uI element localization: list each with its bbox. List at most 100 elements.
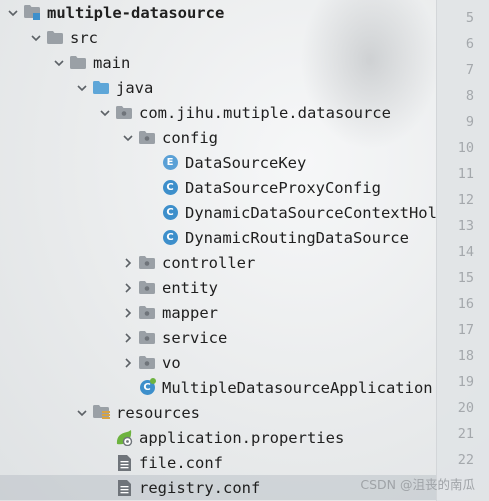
tree-item-label: multiple-datasource (47, 3, 225, 22)
tree-item-config[interactable]: config (0, 125, 436, 150)
folder-icon (69, 50, 87, 75)
tree-item-label: MultipleDatasourceApplication (162, 378, 433, 397)
tree-item-label: registry.conf (139, 478, 261, 497)
icon-badge: C (162, 180, 178, 195)
tree-item-datasourceproxyconfig[interactable]: C DataSourceProxyConfig (0, 175, 436, 200)
tree-item-src[interactable]: src (0, 25, 436, 50)
text-file-icon (115, 450, 133, 475)
line-number: 19 (457, 374, 474, 390)
line-number: 6 (465, 36, 474, 52)
chevron-right-icon[interactable] (118, 250, 138, 275)
chevron-down-icon[interactable] (49, 50, 69, 75)
tree-item-dynamicdatasourcecontextholder[interactable]: C DynamicDataSourceContextHolder (0, 200, 436, 225)
tree-item-file-conf[interactable]: file.conf (0, 450, 436, 475)
tree-item-label: service (162, 328, 228, 347)
class-icon: C (161, 175, 179, 200)
package-icon (115, 100, 133, 125)
watermark: CSDN @沮丧的南瓜 (360, 477, 475, 492)
chevron-right-icon[interactable] (118, 350, 138, 375)
tree-item-multiple-datasource[interactable]: multiple-datasource (0, 0, 436, 25)
text-file-icon (115, 475, 133, 500)
tree-item-label: file.conf (139, 453, 223, 472)
chevron-down-icon[interactable] (118, 125, 138, 150)
tree-item-mapper[interactable]: mapper (0, 300, 436, 325)
class-icon: C (161, 200, 179, 225)
line-number: 20 (457, 400, 474, 416)
chevron-right-icon[interactable] (118, 300, 138, 325)
tree-item-label: mapper (162, 303, 218, 322)
tree-item-dynamicroutingdatasource[interactable]: C DynamicRoutingDataSource (0, 225, 436, 250)
module-folder-icon (23, 0, 41, 25)
tree-item-label: entity (162, 278, 218, 297)
package-icon (138, 275, 156, 300)
tree-item-vo[interactable]: vo (0, 350, 436, 375)
tree-item-label: config (162, 128, 218, 147)
tree-item-label: DynamicDataSourceContextHolder (185, 203, 436, 222)
chevron-down-icon[interactable] (95, 100, 115, 125)
line-number: 13 (457, 218, 474, 234)
icon-badge: C (162, 205, 178, 220)
tree-item-label: DynamicRoutingDataSource (185, 228, 409, 247)
line-number: 11 (457, 166, 474, 182)
chevron-down-icon[interactable] (72, 400, 92, 425)
tree-item-label: controller (162, 253, 256, 272)
tree-item-datasourcekey[interactable]: E DataSourceKey (0, 150, 436, 175)
folder-icon (46, 25, 64, 50)
line-number: 15 (457, 270, 474, 286)
line-number: 10 (457, 140, 474, 156)
tree-item-label: src (70, 28, 98, 47)
resources-folder-icon (92, 400, 110, 425)
project-tree[interactable]: multiple-datasource src main java com.jihu.m… (0, 0, 436, 501)
tree-item-main[interactable]: main (0, 50, 436, 75)
tree-item-controller[interactable]: controller (0, 250, 436, 275)
chevron-right-icon[interactable] (118, 275, 138, 300)
tree-item-java[interactable]: java (0, 75, 436, 100)
tree-item-label: com.jihu.mutiple.datasource (139, 103, 391, 122)
line-number: 8 (465, 88, 474, 104)
spring-boot-class-icon: C (138, 375, 156, 400)
source-folder-icon (92, 75, 110, 100)
line-number: 16 (457, 296, 474, 312)
package-icon (138, 125, 156, 150)
package-icon (138, 250, 156, 275)
enum-class-icon: E (161, 150, 179, 175)
tree-item-service[interactable]: service (0, 325, 436, 350)
tree-item-label: resources (116, 403, 200, 422)
class-icon: C (161, 225, 179, 250)
chevron-down-icon[interactable] (3, 0, 23, 25)
tree-item-entity[interactable]: entity (0, 275, 436, 300)
spring-properties-icon (115, 425, 133, 450)
line-number: 12 (457, 192, 474, 208)
package-icon (138, 350, 156, 375)
tree-item-resources[interactable]: resources (0, 400, 436, 425)
icon-badge: C (162, 230, 178, 245)
line-number: 9 (465, 114, 474, 130)
tree-item-label: DataSourceProxyConfig (185, 178, 381, 197)
tree-item-label: application.properties (139, 428, 345, 447)
tree-item-application-properties[interactable]: application.properties (0, 425, 436, 450)
line-number: 14 (457, 244, 474, 260)
package-icon (138, 325, 156, 350)
line-number: 17 (457, 322, 474, 338)
chevron-down-icon[interactable] (72, 75, 92, 100)
chevron-right-icon[interactable] (118, 325, 138, 350)
line-number: 21 (457, 426, 474, 442)
tree-item-label: main (93, 53, 131, 72)
line-number-gutter: 5 6 7 8 9 10 11 12 13 14 15 16 17 18 19 20 21 22 (436, 0, 489, 501)
line-number: 5 (465, 10, 474, 26)
spring-boot-icon (150, 378, 156, 384)
tree-item-multipledatasourceapplication[interactable]: C MultipleDatasourceApplication (0, 375, 436, 400)
tree-item-label: java (116, 78, 154, 97)
icon-badge: E (162, 155, 178, 170)
line-number: 7 (465, 62, 474, 78)
chevron-down-icon[interactable] (26, 25, 46, 50)
tree-item-com-jihu-mutiple-datasource[interactable]: com.jihu.mutiple.datasource (0, 100, 436, 125)
